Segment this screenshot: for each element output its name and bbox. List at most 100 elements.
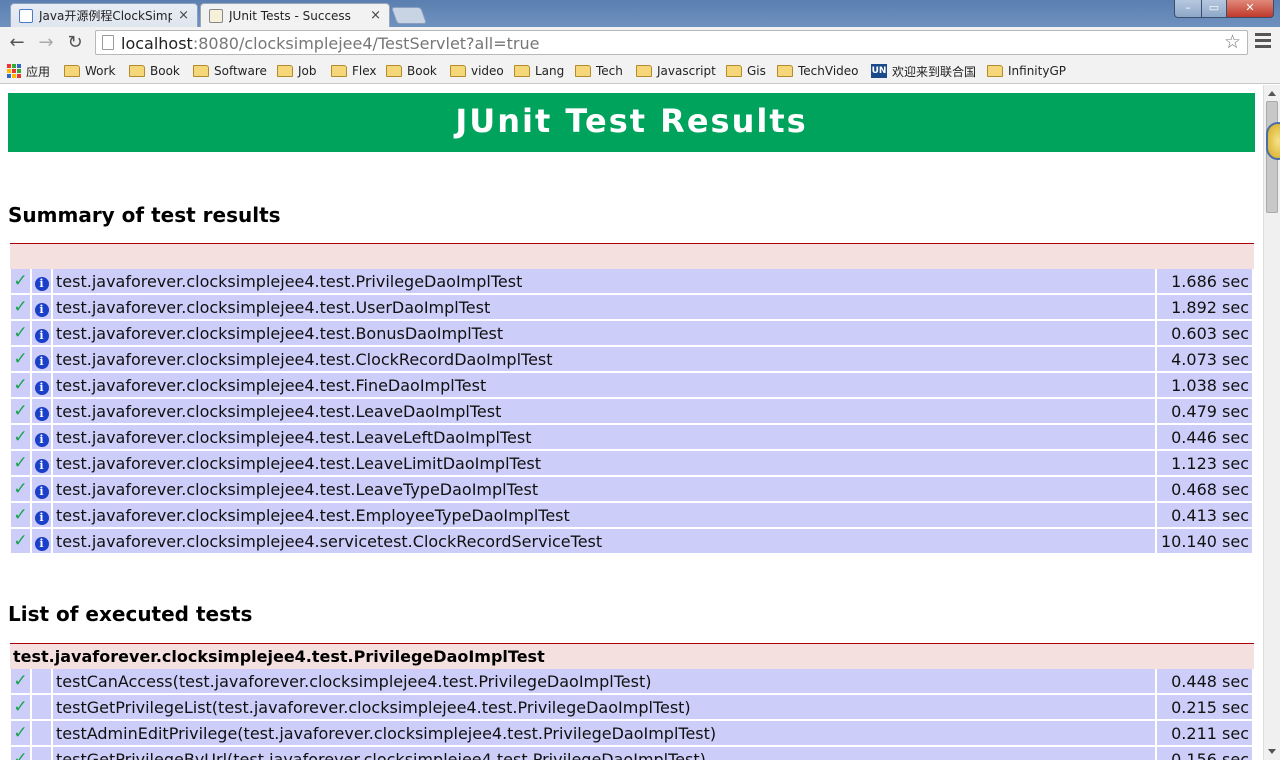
status-cell: ✓ bbox=[11, 669, 30, 693]
pass-check-icon: ✓ bbox=[13, 297, 28, 317]
test-row: ✓ i test.javaforever.clocksimplejee4.test.… bbox=[11, 477, 1252, 501]
folder-icon bbox=[777, 65, 793, 77]
bookmark-tech[interactable]: Tech bbox=[575, 62, 623, 80]
vertical-scrollbar[interactable] bbox=[1263, 85, 1280, 760]
bookmark-lang[interactable]: Lang bbox=[514, 62, 564, 80]
info-cell[interactable]: i bbox=[32, 503, 51, 527]
test-name: test.javaforever.clocksimplejee4.service… bbox=[53, 529, 1155, 553]
info-cell[interactable]: i bbox=[32, 269, 51, 293]
status-cell: ✓ bbox=[11, 269, 30, 293]
floating-bubble-icon[interactable] bbox=[1266, 122, 1280, 160]
info-cell[interactable]: i bbox=[32, 425, 51, 449]
test-duration: 0.448 sec bbox=[1157, 669, 1252, 693]
close-window-button[interactable]: ✕ bbox=[1226, 0, 1274, 18]
address-bar[interactable]: localhost:8080/clocksimplejee4/TestServl… bbox=[95, 30, 1248, 55]
bookmark-label: Job bbox=[298, 64, 317, 78]
info-cell[interactable]: i bbox=[32, 477, 51, 501]
info-icon[interactable]: i bbox=[34, 354, 49, 369]
bookmark-label: TechVideo bbox=[798, 64, 859, 78]
test-duration: 1.123 sec bbox=[1157, 451, 1252, 475]
test-duration: 0.603 sec bbox=[1157, 321, 1252, 345]
bookmark-techvideo[interactable]: TechVideo bbox=[777, 62, 859, 80]
pass-check-icon: ✓ bbox=[13, 531, 28, 551]
bookmark-book[interactable]: Book bbox=[129, 62, 180, 80]
test-list-table: ✓ testCanAccess(test.javaforever.clocksim… bbox=[9, 667, 1254, 760]
bookmark-label: Flex bbox=[352, 64, 377, 78]
info-cell[interactable]: i bbox=[32, 399, 51, 423]
info-cell bbox=[32, 669, 51, 693]
bookmark-star-icon[interactable]: ☆ bbox=[1224, 31, 1241, 53]
bookmark-job[interactable]: Job bbox=[277, 62, 317, 80]
info-cell[interactable]: i bbox=[32, 295, 51, 319]
forward-icon[interactable]: → bbox=[34, 31, 58, 55]
class-header: test.javaforever.clocksimplejee4.test.Pr… bbox=[10, 643, 1254, 669]
pass-check-icon: ✓ bbox=[13, 271, 28, 291]
scroll-up-icon[interactable] bbox=[1268, 91, 1276, 96]
test-name: test.javaforever.clocksimplejee4.test.Le… bbox=[53, 451, 1155, 475]
status-cell: ✓ bbox=[11, 529, 30, 553]
test-name: testGetPrivilegeByUrl(test.javaforever.c… bbox=[53, 747, 1155, 760]
info-icon[interactable]: i bbox=[34, 276, 49, 291]
info-icon[interactable]: i bbox=[34, 458, 49, 473]
info-icon[interactable]: i bbox=[34, 380, 49, 395]
bookmark-label: Software bbox=[214, 64, 267, 78]
apps-icon bbox=[7, 64, 21, 78]
bookmark-label: InfinityGP bbox=[1008, 64, 1066, 78]
folder-icon bbox=[64, 65, 80, 77]
test-row: ✓ testCanAccess(test.javaforever.clocksim… bbox=[11, 669, 1252, 693]
pass-check-icon: ✓ bbox=[13, 749, 28, 760]
info-cell[interactable]: i bbox=[32, 451, 51, 475]
maximize-button[interactable]: ▭ bbox=[1201, 0, 1227, 18]
status-cell: ✓ bbox=[11, 373, 30, 397]
bookmark-software[interactable]: Software bbox=[193, 62, 267, 80]
folder-icon bbox=[636, 65, 652, 77]
tab-clocksimple[interactable]: Java开源例程ClockSimpl × bbox=[10, 3, 198, 27]
info-icon[interactable]: i bbox=[34, 432, 49, 447]
reload-icon[interactable]: ↻ bbox=[63, 31, 87, 55]
info-icon[interactable]: i bbox=[34, 536, 49, 551]
close-tab-icon[interactable]: × bbox=[370, 8, 381, 23]
tab-junit-tests[interactable]: JUnit Tests - Success × bbox=[200, 3, 390, 27]
bookmark-gis[interactable]: Gis bbox=[726, 62, 766, 80]
scroll-down-icon[interactable] bbox=[1268, 749, 1276, 754]
test-name: test.javaforever.clocksimplejee4.test.Le… bbox=[53, 477, 1155, 501]
info-cell[interactable]: i bbox=[32, 529, 51, 553]
test-row: ✓ testAdminEditPrivilege(test.javaforever… bbox=[11, 721, 1252, 745]
pass-check-icon: ✓ bbox=[13, 671, 28, 691]
info-icon[interactable]: i bbox=[34, 302, 49, 317]
info-icon[interactable]: i bbox=[34, 328, 49, 343]
bookmark-video[interactable]: video bbox=[450, 62, 504, 80]
info-icon[interactable]: i bbox=[34, 406, 49, 421]
bookmark-infinitygp[interactable]: InfinityGP bbox=[987, 62, 1066, 80]
pass-check-icon: ✓ bbox=[13, 453, 28, 473]
info-cell[interactable]: i bbox=[32, 373, 51, 397]
test-name: test.javaforever.clocksimplejee4.test.Fi… bbox=[53, 373, 1155, 397]
minimize-button[interactable]: – bbox=[1174, 0, 1202, 18]
back-icon[interactable]: ← bbox=[5, 31, 29, 55]
bookmark-label: Lang bbox=[535, 64, 565, 78]
bookmark-flex[interactable]: Flex bbox=[331, 62, 377, 80]
status-cell: ✓ bbox=[11, 747, 30, 760]
bookmark-apps[interactable]: 应用 bbox=[7, 62, 50, 80]
test-name: testGetPrivilegeList(test.javaforever.cl… bbox=[53, 695, 1155, 719]
test-duration: 0.215 sec bbox=[1157, 695, 1252, 719]
menu-icon[interactable] bbox=[1255, 33, 1271, 51]
info-icon[interactable]: i bbox=[34, 510, 49, 525]
info-cell[interactable]: i bbox=[32, 347, 51, 371]
test-row: ✓ i test.javaforever.clocksimplejee4.test.… bbox=[11, 503, 1252, 527]
bookmark-javascript[interactable]: Javascript bbox=[636, 62, 716, 80]
url-text[interactable]: localhost:8080/clocksimplejee4/TestServl… bbox=[121, 34, 539, 53]
new-tab-button[interactable] bbox=[390, 7, 428, 24]
folder-icon bbox=[987, 65, 1003, 77]
close-tab-icon[interactable]: × bbox=[178, 8, 189, 23]
google-favicon-icon bbox=[19, 8, 33, 23]
bookmark-book-2[interactable]: Book bbox=[386, 62, 437, 80]
bookmark-un[interactable]: UN 欢迎来到联合国 bbox=[871, 62, 976, 80]
test-name: testAdminEditPrivilege(test.javaforever.… bbox=[53, 721, 1155, 745]
test-row: ✓ i test.javaforever.clocksimplejee4.test.… bbox=[11, 269, 1252, 293]
bookmark-work[interactable]: Work bbox=[64, 62, 115, 80]
info-icon[interactable]: i bbox=[34, 484, 49, 499]
pass-check-icon: ✓ bbox=[13, 349, 28, 369]
info-cell[interactable]: i bbox=[32, 321, 51, 345]
test-row: ✓ i test.javaforever.clocksimplejee4.test.… bbox=[11, 451, 1252, 475]
